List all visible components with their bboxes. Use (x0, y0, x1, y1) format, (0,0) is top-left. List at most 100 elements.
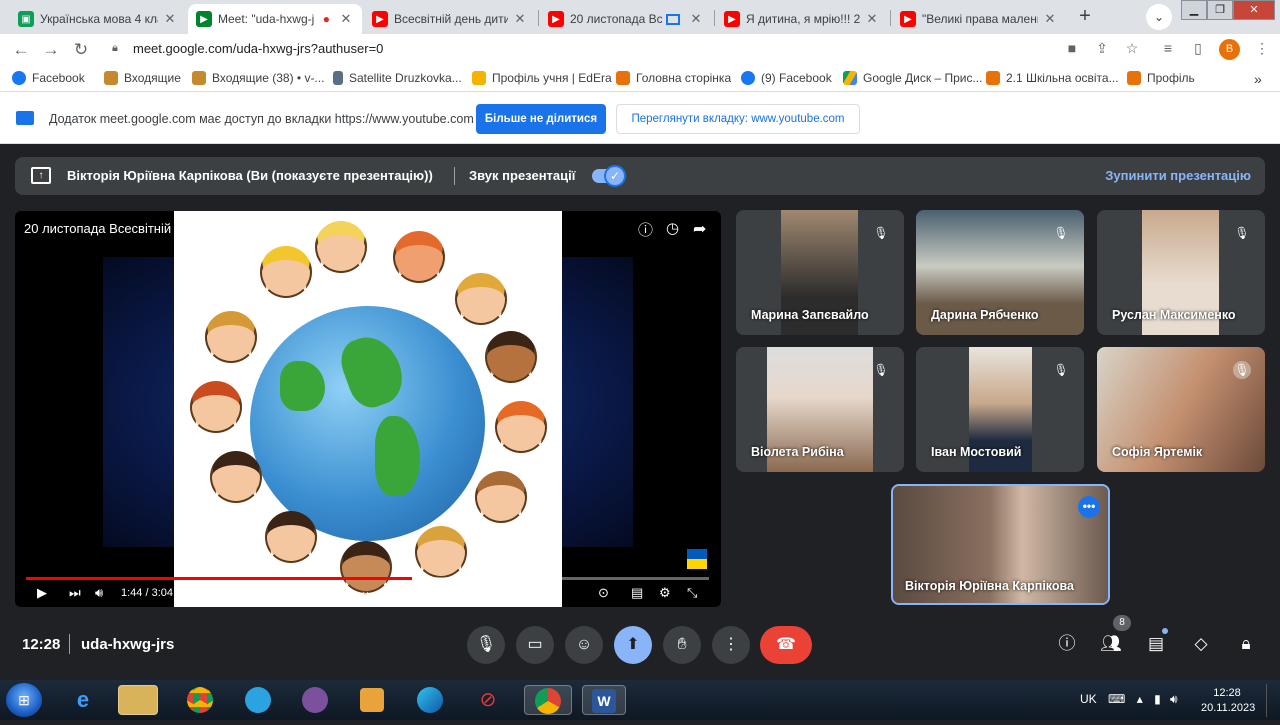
close-icon[interactable]: ✕ (162, 11, 178, 27)
presentation-video[interactable]: 20 листопада Всесвітній день дитини. ⓘ ◷… (15, 211, 721, 607)
subtitles-icon[interactable]: ▤ (631, 585, 643, 601)
menu-kebab-icon[interactable]: ⋮ (1252, 40, 1272, 57)
watch-later-icon[interactable]: ◷ (666, 219, 679, 237)
participant-tile[interactable]: 🎙︎ Дарина Рябченко (916, 210, 1084, 335)
keyboard-icon[interactable]: ⌨ (1108, 692, 1125, 706)
participant-tile[interactable]: 🎙︎ Віолета Рибіна (736, 347, 904, 472)
chevron-down-icon[interactable]: ⌄ (360, 583, 371, 599)
participant-tile[interactable]: 🎙︎ Руслан Максименко (1097, 210, 1265, 335)
taskbar-clock[interactable]: 12:28 20.11.2023 (1201, 686, 1255, 716)
tray-arrow-icon[interactable]: ▴ (1137, 692, 1143, 706)
people-icon[interactable]: 👥︎ (1099, 632, 1123, 656)
leave-call-button[interactable]: ☎ (760, 626, 812, 664)
stop-presenting-button[interactable]: Зупинити презентацію (1105, 168, 1251, 183)
tab-youtube-3[interactable]: ▶ Я дитина, я мрію!!! 20 ✕ (716, 4, 888, 34)
new-tab-button[interactable]: + (1071, 4, 1099, 30)
share-arrow-icon[interactable]: ➦ (693, 219, 706, 239)
tab-divider (538, 10, 539, 26)
next-icon[interactable]: ⏭ (69, 585, 81, 601)
close-icon[interactable]: ✕ (1042, 11, 1058, 27)
bookmark-inbox-38[interactable]: Входящие (38) • v-... (192, 71, 324, 85)
tab-youtube-4[interactable]: ▶ "Великі права малень ✕ (892, 4, 1066, 34)
bookmark-profile[interactable]: Профіль (1127, 71, 1195, 85)
activities-icon[interactable]: ◇ (1189, 632, 1213, 656)
share-icon[interactable]: ⇪ (1092, 40, 1112, 57)
microphone-button[interactable]: 🎙︎ (467, 626, 505, 664)
more-options-button[interactable]: ⋮ (712, 626, 750, 664)
chat-icon[interactable]: ▤ (1144, 632, 1168, 656)
stop-sharing-button[interactable]: Більше не ділитися (476, 104, 606, 134)
close-icon[interactable]: ✕ (338, 11, 354, 27)
tab-youtube-1[interactable]: ▶ Всесвітній день дитин ✕ (364, 4, 536, 34)
emoji-icon: ☺ (575, 636, 593, 653)
participant-tile[interactable]: 🎙︎ Марина Запєвайло (736, 210, 904, 335)
bookmark-star-icon[interactable]: ☆ (1122, 40, 1142, 57)
chrome-icon[interactable] (180, 685, 220, 715)
input-language[interactable]: UK (1080, 692, 1097, 706)
volume-icon[interactable]: 🔊︎ (95, 585, 103, 601)
bookmark-edera[interactable]: Профіль учня | EdEra (472, 71, 612, 85)
autoplay-toggle-icon[interactable]: ⊙ (598, 585, 609, 601)
present-button[interactable]: ⬆ (614, 626, 652, 664)
participant-tile[interactable]: 🎙︎ Іван Мостовий (916, 347, 1084, 472)
media-control-icon[interactable]: ≡ (1158, 40, 1178, 56)
bookmark-facebook-9[interactable]: (9) Facebook (741, 71, 832, 85)
internet-explorer-icon[interactable]: e (63, 685, 103, 715)
bookmark-home[interactable]: Головна сторінка (616, 71, 731, 85)
exit-fullscreen-icon[interactable]: ⤡ (687, 585, 697, 601)
camera-in-use-icon[interactable]: ■ (1062, 40, 1082, 56)
tab-ukrainian-lesson[interactable]: ▣ Українська мова 4 кла ✕ (10, 4, 186, 34)
close-icon[interactable]: ✕ (688, 11, 704, 27)
minimize-button[interactable]: ▁ (1181, 0, 1207, 20)
show-desktop-button[interactable] (1266, 684, 1276, 717)
self-view-tile[interactable]: ••• Вікторія Юріївна Карпікова (891, 484, 1110, 605)
host-controls-lock-icon[interactable]: 🔒︎ (1234, 632, 1258, 656)
settings-gear-icon[interactable]: ⚙ (659, 585, 671, 601)
raise-hand-button[interactable]: ✋︎ (663, 626, 701, 664)
more-bookmarks-icon[interactable]: » (1254, 71, 1262, 87)
meeting-info-icon[interactable]: ⓘ (1055, 632, 1079, 656)
url-text[interactable]: meet.google.com/uda-hxwg-jrs?authuser=0 (133, 41, 383, 56)
forward-arrow-icon[interactable]: → (40, 39, 62, 61)
tab-youtube-2[interactable]: ▶ 20 листопада Всес ✕ (540, 4, 712, 34)
video-progress-bar[interactable] (26, 577, 709, 580)
media-player-icon[interactable] (352, 685, 392, 715)
info-icon[interactable]: ⓘ (638, 219, 653, 240)
bookmark-satellite[interactable]: Satellite Druzkovka... (333, 71, 462, 85)
bookmark-inbox[interactable]: Входящие (104, 71, 181, 85)
telegram-icon[interactable] (238, 685, 278, 715)
network-icon[interactable]: ▮ (1154, 692, 1161, 706)
camera-button[interactable]: ▭ (516, 626, 554, 664)
view-tab-button[interactable]: Переглянути вкладку: www.youtube.com (616, 104, 860, 134)
participant-name: Віолета Рибіна (751, 445, 844, 459)
tab-meet[interactable]: ▶ Meet: "uda-hxwg-j ● ✕ (188, 4, 362, 34)
viber-icon[interactable] (295, 685, 335, 715)
chrome-active-icon[interactable] (524, 685, 572, 715)
reload-icon[interactable]: ↻ (70, 39, 92, 61)
back-arrow-icon[interactable]: ← (10, 39, 32, 61)
window-close-button[interactable]: ✕ (1233, 0, 1275, 20)
side-panel-icon[interactable]: ▯ (1188, 40, 1208, 57)
file-explorer-icon[interactable] (118, 685, 158, 715)
play-icon[interactable]: ▶ (37, 585, 47, 601)
close-icon[interactable]: ✕ (864, 11, 880, 27)
bookmark-school-edu[interactable]: 2.1 Шкільна освіта... (986, 71, 1119, 85)
maximize-button[interactable]: ❐ (1207, 0, 1233, 20)
participant-tile[interactable]: 🎙︎ Софія Яртемік (1097, 347, 1265, 472)
bookmark-facebook[interactable]: Facebook (12, 71, 85, 85)
more-options-icon[interactable]: ••• (1078, 496, 1100, 518)
reactions-button[interactable]: ☺ (565, 626, 603, 664)
word-icon[interactable]: W (582, 685, 626, 715)
video-title[interactable]: 20 листопада Всесвітній день дитини. (24, 221, 253, 236)
lock-icon[interactable]: 🔒︎ (112, 42, 118, 55)
edge-icon[interactable] (410, 685, 450, 715)
child-illustration (495, 401, 547, 453)
speaker-icon[interactable]: 🔊︎ (1170, 692, 1178, 706)
check-icon[interactable]: ✓ (604, 165, 626, 187)
bookmark-drive[interactable]: Google Диск – Прис... (843, 71, 982, 85)
profile-avatar[interactable]: B (1219, 39, 1240, 60)
windows-start-button[interactable]: ⊞ (6, 683, 42, 717)
antivirus-icon[interactable]: ⊘ (468, 685, 508, 715)
close-icon[interactable]: ✕ (512, 11, 528, 27)
tab-search-button[interactable]: ⌄ (1146, 4, 1172, 30)
